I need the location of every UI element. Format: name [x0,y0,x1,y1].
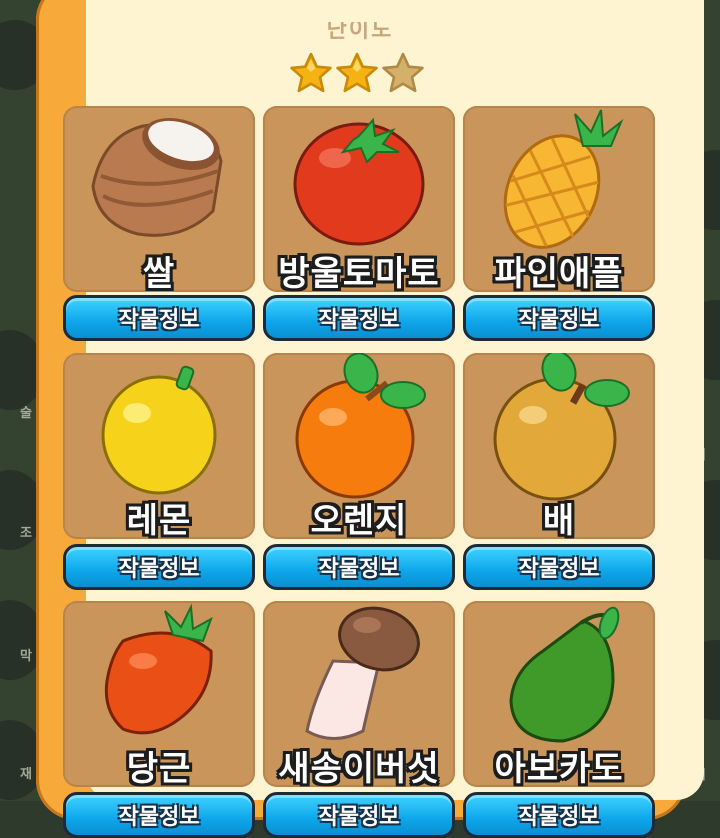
crop-card-orange[interactable]: 오렌지 [263,353,455,541]
star-empty-icon [382,52,424,93]
crop-name: 아보카도 [494,749,624,789]
crop-card-pear[interactable]: 배 [463,353,655,541]
crop-name: 새송이버섯 [278,749,440,789]
crop-info-button[interactable]: 작물정보 [463,544,655,590]
pineapple-icon [503,109,624,249]
star-filled-icon [290,52,332,93]
crop-info-button[interactable]: 작물정보 [63,295,255,341]
carrot-icon [104,603,213,735]
crop-info-button[interactable]: 작물정보 [63,544,255,590]
crop-card-king-oyster-mushroom[interactable]: 새송이버섯 [263,601,455,789]
background-label: 술 [20,406,32,421]
crop-info-button[interactable]: 작물정보 [263,792,455,838]
crop-info-button[interactable]: 작물정보 [463,792,655,838]
lemon-icon [101,365,217,495]
crop-name: 쌀 [142,254,176,294]
crop-name: 레몬 [126,501,192,541]
star-filled-icon [336,52,378,93]
crop-info-button[interactable]: 작물정보 [463,295,655,341]
crop-name: 당근 [126,749,192,789]
crop-card-avocado[interactable]: 아보카도 [463,601,655,789]
background-label: 재 [20,767,32,782]
crop-name: 오렌지 [310,501,408,541]
crop-info-button[interactable]: 작물정보 [263,544,455,590]
crop-card-cherry-tomato[interactable]: 방울토마토 [263,106,455,294]
crop-card-rice[interactable]: 쌀 [63,106,255,294]
crop-name: 방울토마토 [278,254,440,294]
crop-info-button[interactable]: 작물정보 [63,792,255,838]
crop-card-carrot[interactable]: 당근 [63,601,255,789]
king-oyster-mushroom-icon [305,606,420,740]
background-label: 막 [20,649,32,664]
rice-sack-icon [91,118,223,237]
cherry-tomato-icon [293,117,425,246]
crop-name: 배 [542,501,576,541]
crop-info-button[interactable]: 작물정보 [263,295,455,341]
background-label: 조 [20,526,32,541]
pear-icon [493,353,630,501]
crop-name: 파인애플 [494,254,624,294]
avocado-icon [509,606,620,743]
crop-card-lemon[interactable]: 레몬 [63,353,255,541]
crop-card-pineapple[interactable]: 파인애플 [463,106,655,294]
orange-icon [295,353,426,499]
difficulty-stars [290,52,430,96]
